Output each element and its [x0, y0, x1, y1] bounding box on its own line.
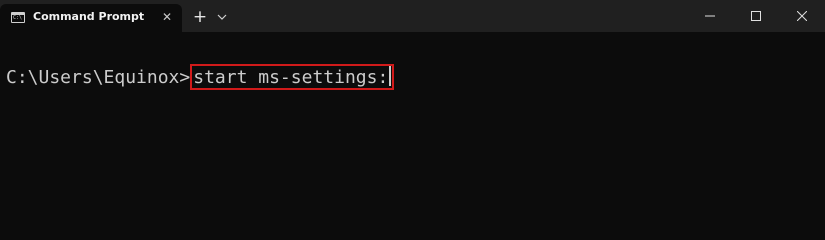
- tab-title: Command Prompt: [33, 10, 145, 23]
- tab-command-prompt[interactable]: C:\ Command Prompt ✕: [0, 4, 182, 32]
- prompt-line: C:\Users\Equinox> start ms-settings:: [6, 64, 395, 90]
- close-icon: [797, 11, 807, 21]
- command-highlight: start ms-settings:: [190, 64, 395, 90]
- maximize-button[interactable]: [733, 0, 779, 32]
- command-text: start ms-settings:: [193, 67, 389, 88]
- terminal-window: C:\ Command Prompt ✕ + C:\Users\Equinox>…: [0, 0, 825, 207]
- minimize-icon: [705, 15, 715, 17]
- close-window-button[interactable]: [779, 0, 825, 32]
- close-tab-icon[interactable]: ✕: [160, 10, 174, 24]
- prompt-text: C:\Users\Equinox>: [6, 67, 191, 88]
- terminal-output[interactable]: C:\Users\Equinox> start ms-settings:: [0, 32, 825, 207]
- new-tab-button[interactable]: +: [191, 8, 209, 26]
- title-bar: C:\ Command Prompt ✕ +: [0, 0, 825, 32]
- minimize-button[interactable]: [687, 0, 733, 32]
- cmd-icon: C:\: [11, 12, 25, 23]
- chevron-down-icon[interactable]: [214, 9, 230, 25]
- text-cursor: [389, 66, 392, 86]
- maximize-icon: [751, 11, 761, 21]
